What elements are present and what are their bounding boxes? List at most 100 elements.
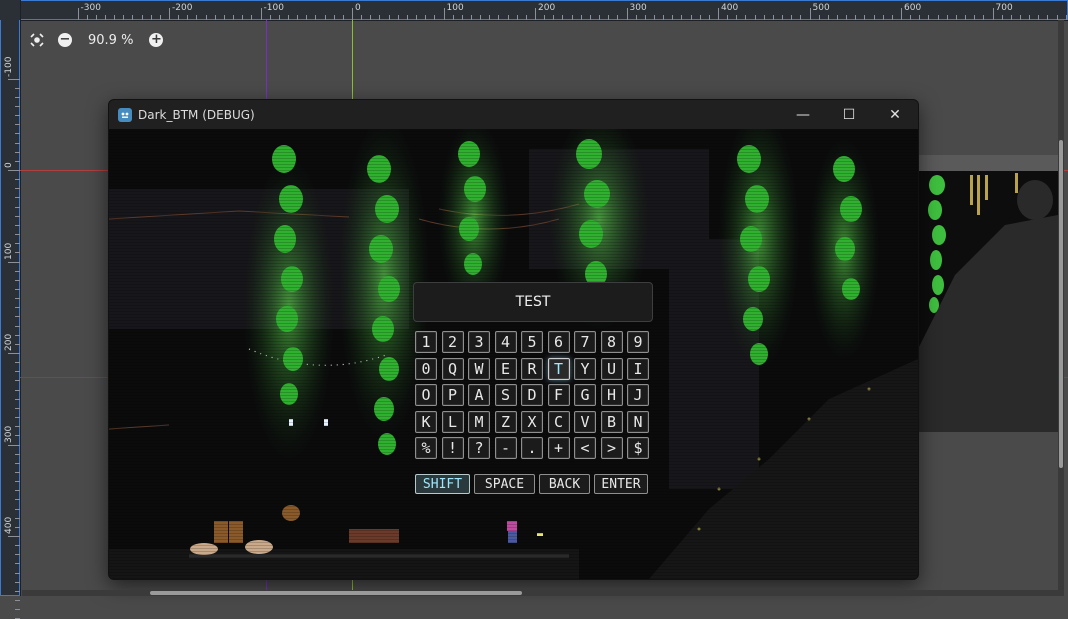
key-W[interactable]: W <box>468 357 490 380</box>
key-X[interactable]: X <box>521 410 543 433</box>
key-F[interactable]: F <box>547 384 570 406</box>
key-?[interactable]: ? <box>468 437 490 459</box>
ruler-minor-tick <box>15 609 20 611</box>
key-C[interactable]: C <box>547 410 570 433</box>
key-$[interactable]: $ <box>627 437 649 459</box>
ruler-minor-tick <box>754 15 756 20</box>
key-2[interactable]: 2 <box>441 331 464 353</box>
ruler-label-y: 400 <box>4 516 14 534</box>
horizontal-scrollbar[interactable] <box>22 590 1062 596</box>
key-A[interactable]: A <box>468 384 490 406</box>
window-titlebar[interactable]: Dark_BTM (DEBUG) — ☐ ✕ <box>109 100 918 129</box>
key-1[interactable]: 1 <box>415 331 437 353</box>
ruler-tick <box>8 353 20 354</box>
ruler-label-x: 500 <box>812 3 830 13</box>
key-T[interactable]: T <box>547 357 570 380</box>
ruler-minor-tick <box>727 15 729 20</box>
ruler-minor-tick <box>882 15 884 20</box>
ruler-minor-tick <box>15 380 20 382</box>
ruler-minor-tick <box>15 197 20 199</box>
zoom-level[interactable]: 90.9 % <box>88 33 133 48</box>
ruler-minor-tick <box>324 15 326 20</box>
zoom-in-button[interactable]: + <box>147 31 165 49</box>
key-3[interactable]: 3 <box>468 331 490 353</box>
key-%[interactable]: % <box>415 437 437 459</box>
ruler-minor-tick <box>928 15 930 20</box>
ruler-minor-tick <box>1065 15 1067 20</box>
key-N[interactable]: N <box>627 410 649 433</box>
ruler-minor-tick <box>910 15 912 20</box>
key-L[interactable]: L <box>441 410 464 433</box>
key-H[interactable]: H <box>600 384 623 406</box>
key-V[interactable]: V <box>574 410 596 433</box>
game-window[interactable]: Dark_BTM (DEBUG) — ☐ ✕ TEST 1 2 3 4 5 6 … <box>108 99 919 580</box>
key-Y[interactable]: Y <box>574 357 596 380</box>
ruler-label-y: 300 <box>4 425 14 443</box>
key--[interactable]: - <box>494 437 517 459</box>
key-J[interactable]: J <box>627 384 649 406</box>
key-S[interactable]: S <box>494 384 517 406</box>
key-6[interactable]: 6 <box>547 331 570 353</box>
key-![interactable]: ! <box>441 437 464 459</box>
key-B[interactable]: B <box>600 410 623 433</box>
key-U[interactable]: U <box>600 357 623 380</box>
ruler-minor-tick <box>15 124 20 126</box>
horizontal-scroll-thumb[interactable] <box>150 591 522 595</box>
key-M[interactable]: M <box>468 410 490 433</box>
vertical-scrollbar[interactable] <box>1058 20 1064 596</box>
key-5[interactable]: 5 <box>521 331 543 353</box>
ruler-minor-tick <box>388 15 390 20</box>
zoom-out-button[interactable]: − <box>56 31 74 49</box>
key-G[interactable]: G <box>574 384 596 406</box>
maximize-button[interactable]: ☐ <box>826 100 872 129</box>
minimize-button[interactable]: — <box>780 100 826 129</box>
ruler-minor-tick <box>297 15 299 20</box>
key-R[interactable]: R <box>521 357 543 380</box>
ruler-label-y: 0 <box>4 162 14 168</box>
key-4[interactable]: 4 <box>494 331 517 353</box>
ruler-minor-tick <box>15 499 20 501</box>
ruler-minor-tick <box>1047 15 1049 20</box>
key-back-button[interactable]: BACK <box>539 474 590 494</box>
key-9[interactable]: 9 <box>627 331 649 353</box>
ruler-minor-tick <box>15 115 20 117</box>
key-P[interactable]: P <box>441 384 464 406</box>
key-.[interactable]: . <box>521 437 543 459</box>
key-E[interactable]: E <box>494 357 517 380</box>
key-<[interactable]: < <box>574 437 596 459</box>
key-+[interactable]: + <box>547 437 570 459</box>
ruler-minor-tick <box>15 298 20 300</box>
key->[interactable]: > <box>600 437 623 459</box>
key-shift-button[interactable]: SHIFT <box>415 474 470 494</box>
maximize-icon: ☐ <box>842 106 856 123</box>
game-viewport[interactable]: TEST 1234567890QWERTYUIOPASDFGHJKLMZXCVB… <box>109 129 918 579</box>
ruler-label-x: -200 <box>172 3 193 13</box>
ruler-label-x: 200 <box>538 3 556 13</box>
key-enter-button[interactable]: ENTER <box>594 474 648 494</box>
ruler-minor-tick <box>599 15 601 20</box>
ruler-minor-tick <box>15 572 20 574</box>
ruler-minor-tick <box>690 15 692 20</box>
ruler-minor-tick <box>974 15 976 20</box>
text-entry-display: TEST <box>413 282 653 322</box>
ruler-minor-tick <box>15 517 20 519</box>
vertical-scroll-thumb[interactable] <box>1059 140 1063 468</box>
close-button[interactable]: ✕ <box>872 100 918 129</box>
key-space-button[interactable]: SPACE <box>474 474 535 494</box>
key-K[interactable]: K <box>415 410 437 433</box>
key-O[interactable]: O <box>415 384 437 406</box>
ruler-minor-tick <box>15 407 20 409</box>
key-0[interactable]: 0 <box>415 357 437 380</box>
key-Q[interactable]: Q <box>441 357 464 380</box>
center-view-icon[interactable] <box>28 31 46 49</box>
key-I[interactable]: I <box>627 357 649 380</box>
ruler-minor-tick <box>525 15 527 20</box>
key-7[interactable]: 7 <box>574 331 596 353</box>
ruler-minor-tick <box>791 15 793 20</box>
window-title: Dark_BTM (DEBUG) <box>138 107 255 122</box>
key-D[interactable]: D <box>521 384 543 406</box>
key-Z[interactable]: Z <box>494 410 517 433</box>
ruler-minor-tick <box>315 15 317 20</box>
ruler-minor-tick <box>15 96 20 98</box>
key-8[interactable]: 8 <box>600 331 623 353</box>
